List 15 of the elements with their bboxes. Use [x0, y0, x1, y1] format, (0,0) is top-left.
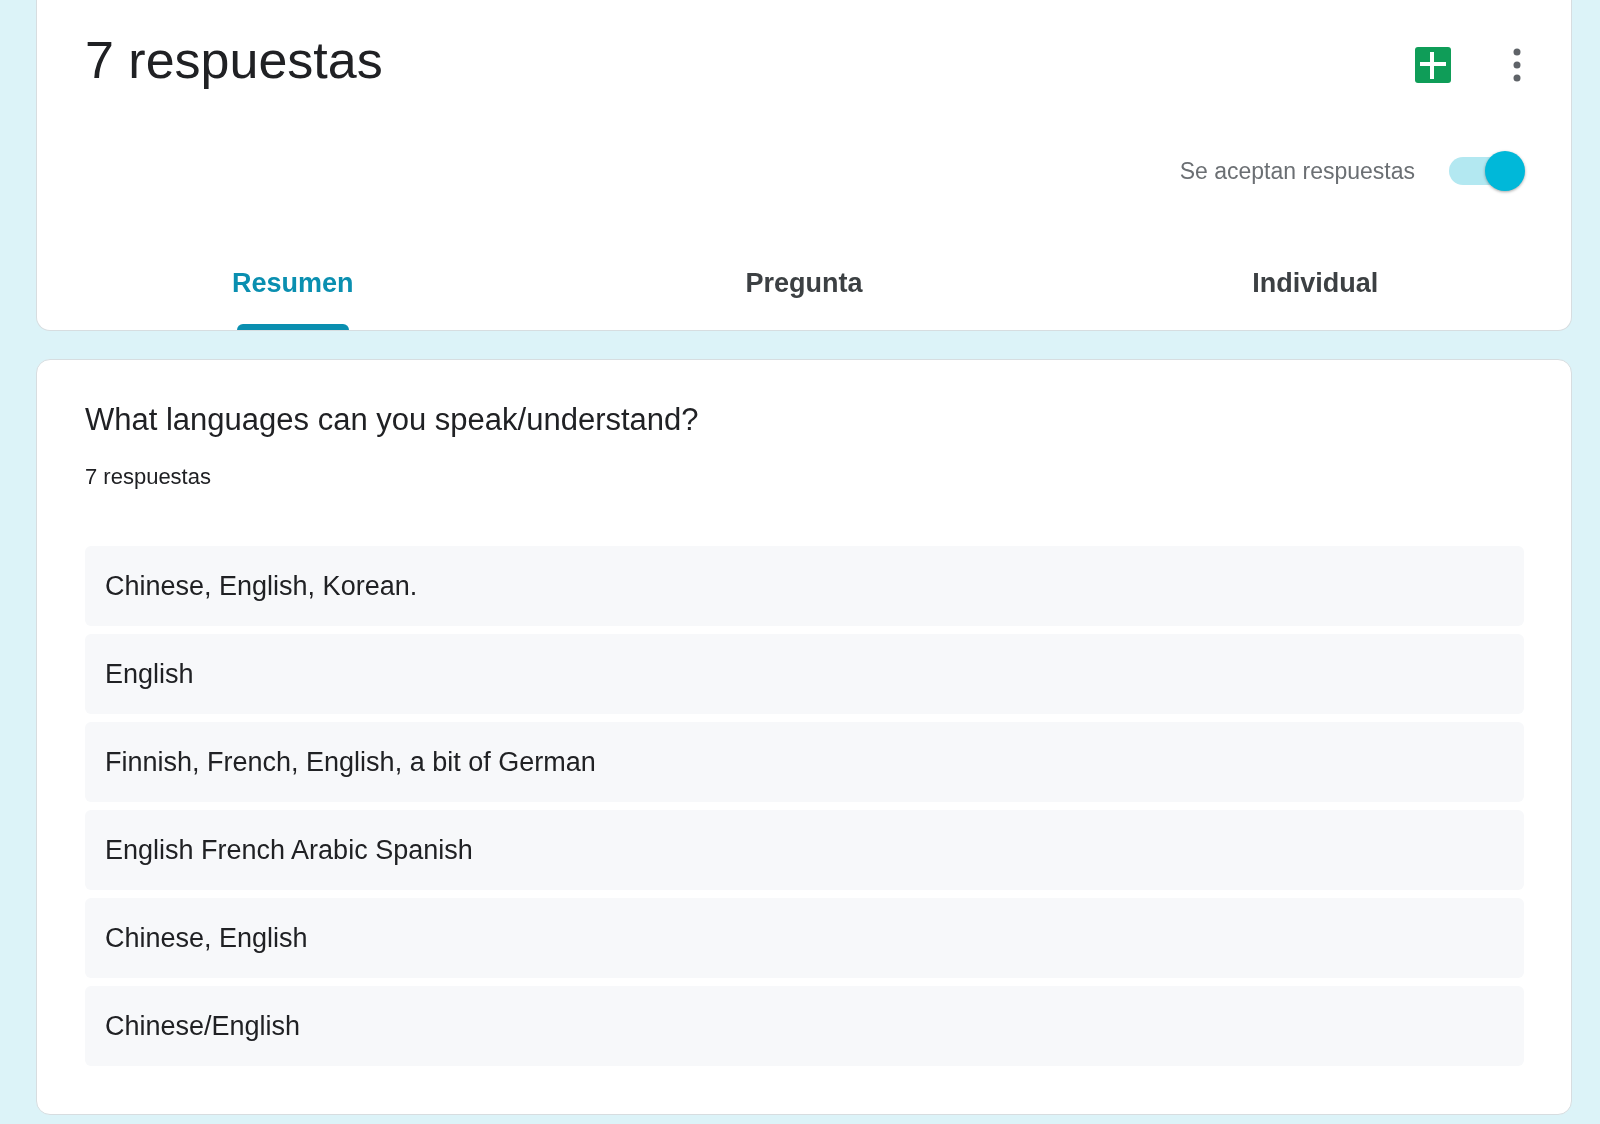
accept-responses-toggle[interactable] — [1449, 150, 1525, 192]
answer-row: Chinese, English — [85, 898, 1524, 978]
question-title: What languages can you speak/understand? — [85, 402, 700, 438]
page-title: 7 respuestas — [85, 30, 383, 91]
tab[interactable]: Individual — [1059, 258, 1571, 330]
toggle-label: Se aceptan respuestas — [1179, 157, 1415, 185]
answer-row: Chinese/English — [85, 986, 1524, 1066]
answer-row: Finnish, French, English, a bit of German — [85, 722, 1524, 802]
tab[interactable]: Pregunta — [548, 258, 1060, 330]
answer-row: Chinese, English, Korean. — [85, 546, 1524, 626]
tab[interactable]: Resumen — [37, 258, 549, 330]
answer-row: English — [85, 634, 1524, 714]
answer-row: English French Arabic Spanish — [85, 810, 1524, 890]
spreadsheet-icon[interactable] — [1415, 47, 1451, 83]
response-count: 7 respuestas — [85, 464, 212, 490]
